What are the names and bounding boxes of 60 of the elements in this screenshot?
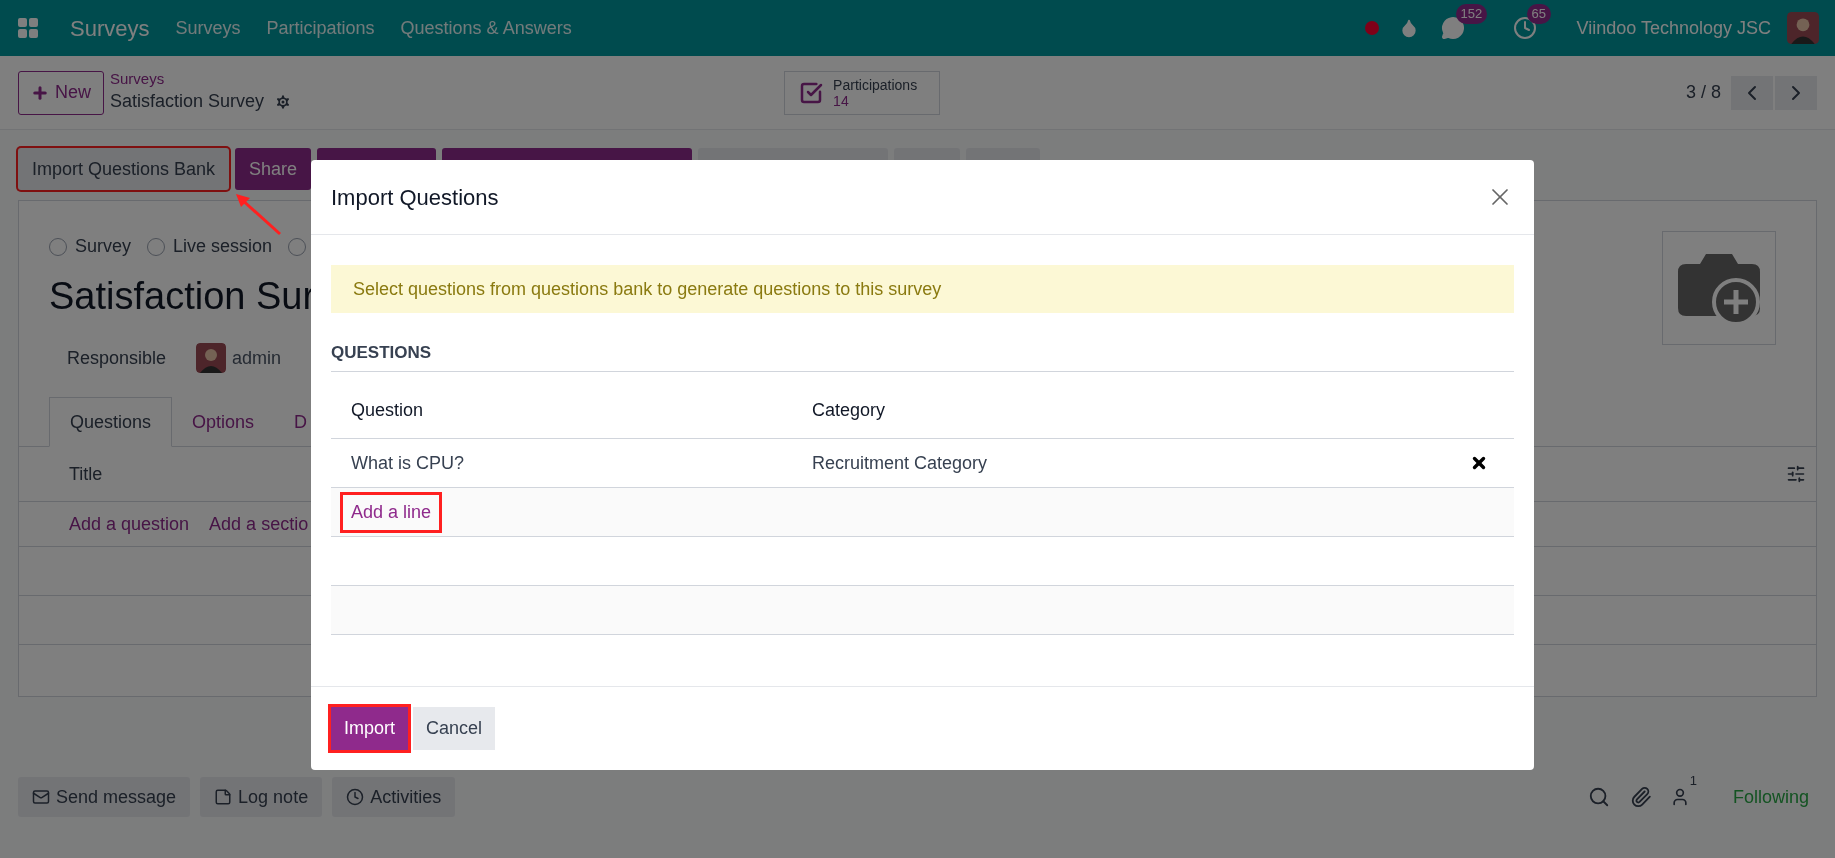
chatter-button[interactable]: Log note	[200, 777, 323, 817]
section-title: QUESTIONS	[331, 341, 432, 364]
menu-item[interactable]: Surveys	[175, 14, 241, 42]
survey-title: Satisfaction Sur	[49, 274, 316, 319]
info-alert: Select questions from questions bank to generate questions to this survey	[331, 265, 1514, 313]
activity-icon[interactable]	[1512, 16, 1537, 40]
annotation-arrow	[234, 192, 284, 238]
next-button[interactable]	[1775, 75, 1817, 110]
envelope-icon	[32, 788, 50, 806]
column-header: Category	[812, 399, 886, 422]
table-cell-text: Recruitment Category	[812, 451, 988, 475]
table-cell-text: What is CPU?	[351, 451, 466, 475]
column-header: Question	[351, 399, 425, 422]
dialog-button[interactable]: Cancel	[413, 707, 496, 750]
previous-button[interactable]	[1731, 75, 1773, 110]
stat-label: Participations	[833, 76, 918, 93]
apps-menu-icon[interactable]	[16, 16, 40, 40]
chat-icon[interactable]	[1440, 16, 1465, 40]
participations-stat-button[interactable]: Participations 14	[784, 70, 941, 115]
plus-icon	[31, 83, 49, 102]
menu-item[interactable]: Questions & Answers	[400, 14, 572, 42]
chatter-button[interactable]: Send message	[18, 777, 191, 817]
new-button[interactable]: New	[18, 70, 104, 115]
checkbox-icon	[799, 80, 824, 105]
note-icon	[214, 788, 233, 806]
stat-value: 14	[833, 92, 849, 109]
add-line-link[interactable]: Add a line	[343, 494, 440, 530]
menu-item[interactable]: Participations	[266, 14, 375, 42]
chat-count: 152	[1455, 4, 1488, 24]
radio-label: Survey	[75, 235, 132, 258]
radio-label: Live session	[173, 235, 273, 258]
clock-icon	[346, 788, 365, 806]
form-tab[interactable]: Options	[172, 397, 275, 447]
dialog-button[interactable]: Import	[331, 707, 408, 750]
column-header: Title	[69, 462, 103, 486]
dialog-title: Import Questions	[331, 183, 499, 212]
search-icon[interactable]	[1587, 786, 1610, 808]
form-tab[interactable]: Questions	[49, 397, 173, 447]
action-button[interactable]: Share	[235, 148, 312, 190]
form-tab[interactable]: D	[274, 397, 328, 447]
paperclip-icon[interactable]	[1629, 786, 1652, 808]
followers-count: 1	[1689, 772, 1697, 790]
pager-value: 3 / 8	[1685, 81, 1721, 104]
delete-row-icon[interactable]	[1470, 454, 1488, 472]
add-link[interactable]: Add a sectio	[209, 510, 309, 538]
user-avatar	[1787, 12, 1819, 44]
activity-count: 65	[1526, 4, 1551, 24]
photo-placeholder[interactable]	[1662, 231, 1776, 345]
admin-avatar	[196, 343, 227, 373]
responsible-value: admin	[232, 346, 282, 370]
field-label: Responsible	[67, 346, 167, 370]
breadcrumb-link[interactable]: Surveys	[110, 70, 293, 88]
sliders-icon[interactable]	[1786, 464, 1806, 484]
record-title: Satisfaction Survey	[110, 90, 265, 113]
app-name[interactable]: Surveys	[70, 11, 150, 45]
company-name[interactable]: Viindoo Technology JSC	[1576, 14, 1771, 42]
chatter-button[interactable]: Activities	[332, 777, 456, 817]
following-status[interactable]: Following	[1732, 783, 1809, 811]
action-button[interactable]: Import Questions Bank	[18, 148, 230, 190]
add-link[interactable]: Add a question	[69, 510, 190, 538]
